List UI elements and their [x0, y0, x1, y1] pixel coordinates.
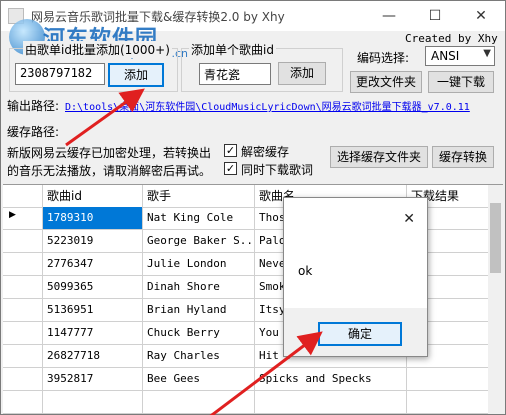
cell-artist[interactable]	[143, 391, 255, 413]
message-dialog: ✕ ok 确定	[283, 197, 428, 357]
created-by: Created by Xhy	[405, 32, 498, 45]
dialog-footer: 确定	[284, 308, 427, 356]
cell-song-id[interactable]: 3952817	[43, 368, 143, 390]
cell-artist[interactable]: Ray Charles	[143, 345, 255, 367]
row-header[interactable]	[3, 322, 43, 344]
output-path-link[interactable]: D:\tools\桌面\河东软件园\CloudMusicLyricDown\网易…	[65, 98, 501, 113]
one-click-download-button[interactable]: 一键下载	[428, 71, 494, 93]
cell-song-name[interactable]: Spicks and Specks	[255, 368, 407, 390]
table-row[interactable]	[3, 391, 493, 414]
dialog-message: ok	[298, 264, 313, 278]
cell-result[interactable]	[407, 391, 493, 413]
row-header[interactable]	[3, 391, 43, 413]
row-header[interactable]	[3, 276, 43, 298]
cell-song-id[interactable]: 2776347	[43, 253, 143, 275]
download-lyrics-label: 同时下载歌词	[241, 163, 314, 177]
cell-song-id[interactable]: 5099365	[43, 276, 143, 298]
chevron-down-icon: ▼	[483, 48, 491, 59]
cache-note-line2: 的音乐无法播放，请取消解密后再试。	[7, 164, 212, 178]
cell-result[interactable]	[407, 368, 493, 390]
row-header[interactable]	[3, 299, 43, 321]
main-window: 网易云音乐歌词批量下载&缓存转换2.0 by Xhy — ☐ ✕ 河东软件园 w…	[0, 0, 506, 415]
decrypt-cache-checkbox[interactable]: ✓	[224, 144, 237, 157]
cache-path-label: 缓存路径:	[7, 125, 60, 139]
download-lyrics-checkbox[interactable]: ✓	[224, 162, 237, 175]
batch-add-label: 由歌单id批量添加(1000+)	[23, 41, 172, 58]
row-header-corner	[3, 185, 43, 207]
select-cache-folder-button[interactable]: 选择缓存文件夹	[330, 146, 428, 168]
cache-convert-button[interactable]: 缓存转换	[432, 146, 494, 168]
app-icon	[8, 8, 24, 24]
maximize-button[interactable]: ☐	[412, 1, 458, 31]
encoding-label: 编码选择:	[357, 51, 410, 65]
cell-song-id[interactable]: 5223019	[43, 230, 143, 252]
cell-song-id[interactable]: 26827718	[43, 345, 143, 367]
cell-song-name[interactable]	[255, 391, 407, 413]
minimize-button[interactable]: —	[366, 1, 412, 31]
row-header[interactable]	[3, 368, 43, 390]
cache-note-line1: 新版网易云缓存已加密处理，若转换出	[7, 146, 212, 160]
cell-song-id[interactable]: 1789310	[43, 207, 143, 229]
output-path-label: 输出路径:	[7, 99, 60, 113]
batch-add-button[interactable]: 添加	[108, 63, 164, 87]
column-header-song-id[interactable]: 歌曲id	[43, 185, 143, 207]
window-title: 网易云音乐歌词批量下载&缓存转换2.0 by Xhy	[31, 10, 285, 24]
cell-song-id[interactable]	[43, 391, 143, 413]
song-id-input[interactable]: 青花瓷	[199, 63, 271, 85]
cell-artist[interactable]: Nat King Cole	[143, 207, 255, 229]
playlist-id-input[interactable]: 2308797182	[15, 63, 105, 85]
row-header[interactable]	[3, 230, 43, 252]
change-folder-button[interactable]: 更改文件夹	[350, 71, 422, 93]
current-row-indicator: ▶	[9, 210, 16, 220]
encoding-select[interactable]: ANSI ▼	[425, 46, 495, 66]
close-button[interactable]: ✕	[458, 1, 504, 31]
scrollbar-thumb[interactable]	[490, 203, 501, 273]
vertical-scrollbar[interactable]	[488, 185, 503, 414]
decrypt-cache-label: 解密缓存	[241, 145, 290, 159]
row-header[interactable]	[3, 253, 43, 275]
single-add-label: 添加单个歌曲id	[189, 41, 276, 58]
encoding-value: ANSI	[431, 49, 460, 63]
row-header[interactable]: ▶	[3, 207, 43, 229]
table-row[interactable]: 3952817 Bee Gees Spicks and Specks	[3, 368, 493, 391]
cell-artist[interactable]: Bee Gees	[143, 368, 255, 390]
row-header[interactable]	[3, 345, 43, 367]
dialog-close-icon[interactable]: ✕	[403, 211, 415, 227]
cell-artist[interactable]: Chuck Berry	[143, 322, 255, 344]
cell-artist[interactable]: Julie London	[143, 253, 255, 275]
cell-song-id[interactable]: 5136951	[43, 299, 143, 321]
title-bar: 网易云音乐歌词批量下载&缓存转换2.0 by Xhy — ☐ ✕	[1, 1, 505, 31]
song-table[interactable]: 歌曲id 歌手 歌曲名 下载结果 ▶ 1789310 Nat King Cole Th…	[3, 184, 503, 414]
cell-artist[interactable]: Dinah Shore	[143, 276, 255, 298]
cell-artist[interactable]: Brian Hyland	[143, 299, 255, 321]
single-add-button[interactable]: 添加	[278, 62, 326, 85]
column-header-artist[interactable]: 歌手	[143, 185, 255, 207]
cell-artist[interactable]: George Baker S...	[143, 230, 255, 252]
dialog-ok-button[interactable]: 确定	[318, 322, 402, 346]
cell-song-id[interactable]: 1147777	[43, 322, 143, 344]
